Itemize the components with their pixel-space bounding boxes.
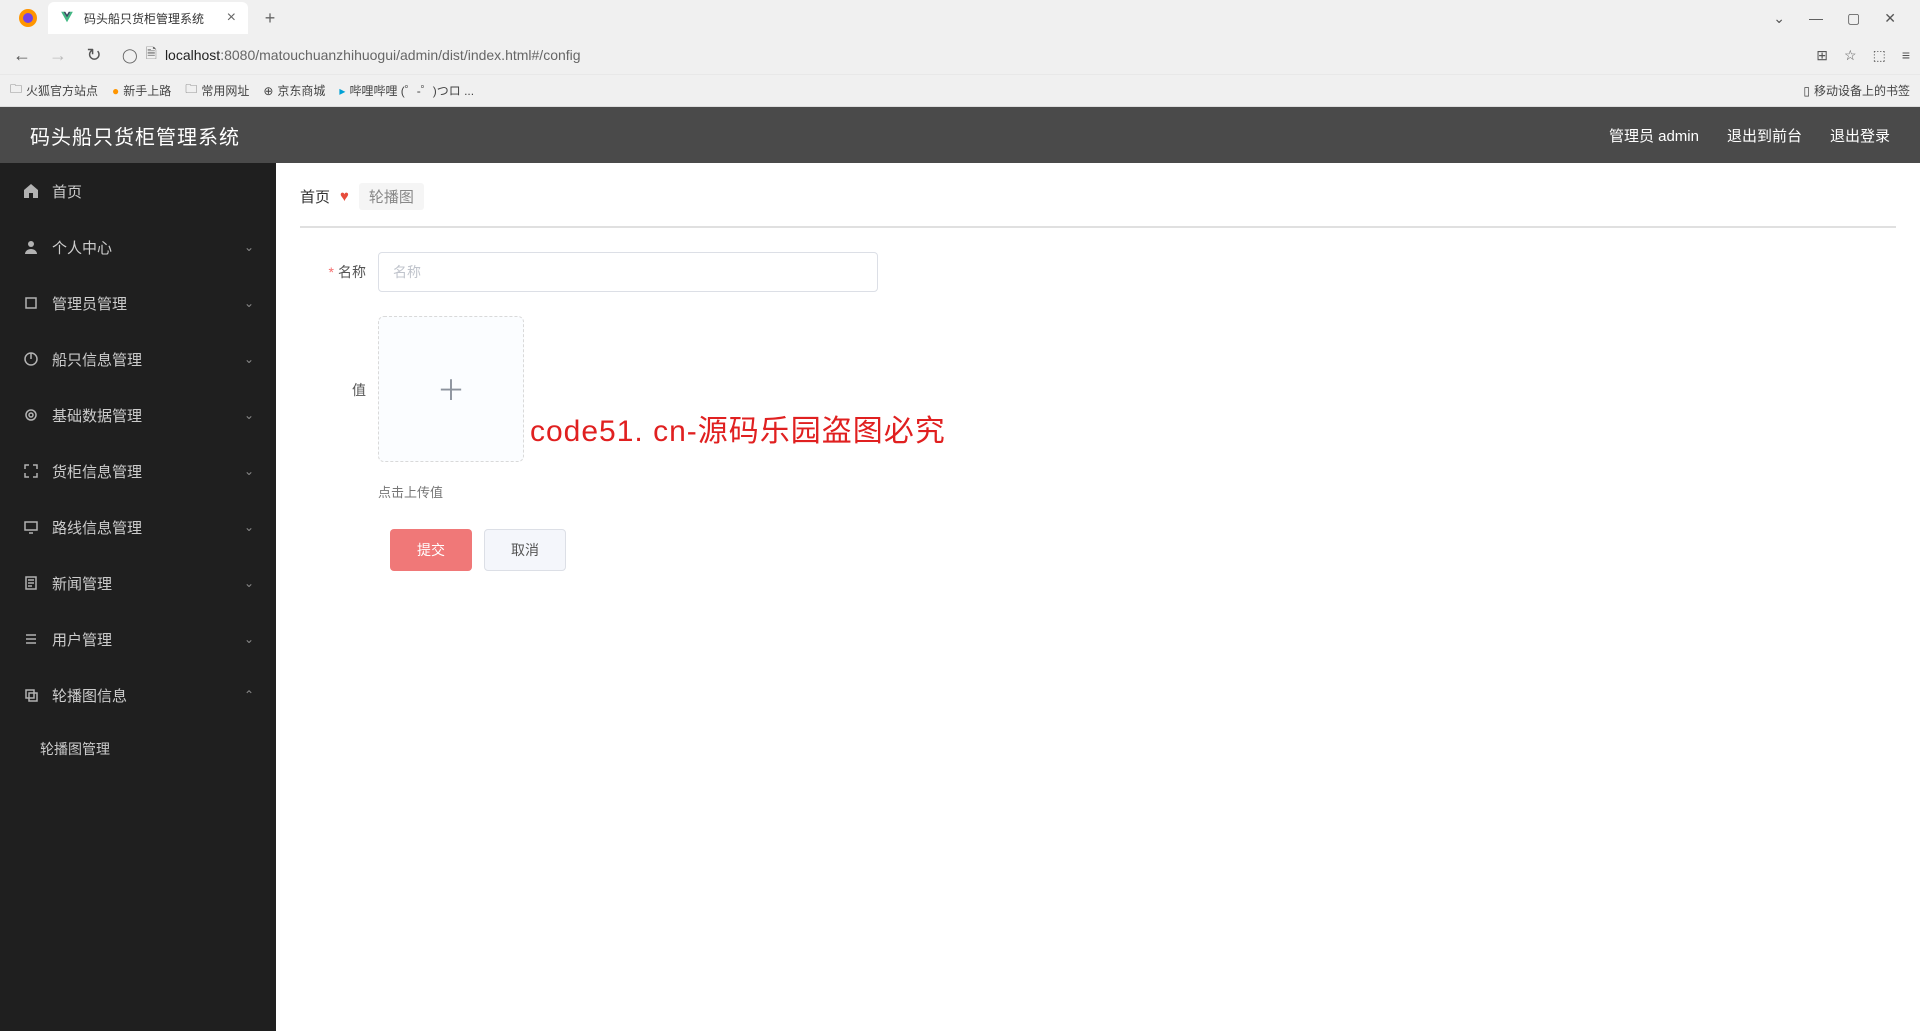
window-controls: ⌄ — ▢ ✕: [1773, 10, 1912, 27]
sidebar-item-home[interactable]: 首页: [0, 163, 276, 219]
mobile-bookmarks[interactable]: ▯移动设备上的书签: [1803, 82, 1910, 99]
value-label: 值: [320, 316, 378, 400]
document-icon: [22, 574, 40, 592]
user-icon: [22, 238, 40, 256]
browser-tab[interactable]: 码头船只货柜管理系统 ×: [48, 2, 248, 34]
qr-icon[interactable]: ⊞: [1816, 47, 1828, 64]
sidebar-item-users[interactable]: 用户管理 ⌄: [0, 611, 276, 667]
upload-hint: 点击上传值: [378, 482, 524, 501]
form: *名称 值 ＋ 点击上传值 提交 取消: [300, 228, 1896, 571]
monitor-icon: [22, 518, 40, 536]
sidebar-item-basedata[interactable]: 基础数据管理 ⌄: [0, 387, 276, 443]
bookmark-item[interactable]: ▸哔哩哔哩 (゜-゜)つロ ...: [339, 82, 474, 99]
app-title: 码头船只货柜管理系统: [30, 121, 240, 150]
chevron-down-icon: ⌄: [244, 464, 254, 478]
admin-label[interactable]: 管理员 admin: [1609, 125, 1699, 146]
chevron-down-icon: ⌄: [244, 576, 254, 590]
globe-icon: ⊕: [263, 84, 273, 98]
chevron-down-icon: ⌄: [244, 408, 254, 422]
sidebar-item-route[interactable]: 路线信息管理 ⌄: [0, 499, 276, 555]
gear-icon: [22, 406, 40, 424]
chevron-down-icon: ⌄: [244, 240, 254, 254]
menu-icon[interactable]: ≡: [1902, 47, 1910, 63]
bookmark-bar: 🗀火狐官方站点 ●新手上路 🗀常用网址 ⊕京东商城 ▸哔哩哔哩 (゜-゜)つロ …: [0, 74, 1920, 106]
logout-link[interactable]: 退出登录: [1830, 125, 1890, 146]
minimize-icon[interactable]: —: [1809, 10, 1823, 27]
bookmark-item[interactable]: ●新手上路: [112, 82, 171, 99]
sidebar-item-container[interactable]: 货柜信息管理 ⌄: [0, 443, 276, 499]
copy-icon: [22, 686, 40, 704]
sidebar: 首页 个人中心 ⌄ 管理员管理 ⌄ 船只信息管理 ⌄ 基础数据管理 ⌄ 货柜信息…: [0, 163, 276, 1031]
logout-front-link[interactable]: 退出到前台: [1727, 125, 1802, 146]
bookmark-item[interactable]: ⊕京东商城: [263, 82, 325, 99]
submit-button[interactable]: 提交: [390, 529, 472, 571]
close-icon[interactable]: ×: [227, 9, 236, 27]
tab-title: 码头船只货柜管理系统: [84, 10, 219, 27]
chevron-down-icon[interactable]: ⌄: [1773, 10, 1785, 27]
folder-icon: 🗀: [185, 80, 197, 101]
plus-icon: ＋: [437, 369, 465, 409]
chevron-up-icon: ⌃: [244, 688, 254, 702]
name-label: *名称: [320, 252, 378, 282]
lock-icon: 🗎: [146, 43, 157, 67]
app-header: 码头船只货柜管理系统 管理员 admin 退出到前台 退出登录: [0, 107, 1920, 163]
chevron-down-icon: ⌄: [244, 632, 254, 646]
firefox-logo-icon: [16, 6, 40, 30]
heart-icon: ♥: [340, 188, 349, 205]
main-content: 首页 ♥ 轮播图 *名称 值 ＋ 点击上传值 提交 取消: [276, 163, 1920, 1031]
close-window-icon[interactable]: ✕: [1884, 10, 1896, 27]
browser-chrome: 码头船只货柜管理系统 × + ⌄ — ▢ ✕ ← → ↻ ◯ 🗎 localho…: [0, 0, 1920, 107]
chevron-down-icon: ⌄: [244, 352, 254, 366]
url-text: localhost:8080/matouchuanzhihuogui/admin…: [165, 47, 581, 63]
url-bar[interactable]: ◯ 🗎 localhost:8080/matouchuanzhihuogui/a…: [118, 43, 1804, 67]
sidebar-item-admin[interactable]: 管理员管理 ⌄: [0, 275, 276, 331]
reload-button[interactable]: ↻: [82, 45, 106, 66]
new-tab-button[interactable]: +: [256, 4, 284, 32]
sidebar-item-news[interactable]: 新闻管理 ⌄: [0, 555, 276, 611]
cancel-button[interactable]: 取消: [484, 529, 566, 571]
sidebar-item-carousel[interactable]: 轮播图信息 ⌃: [0, 667, 276, 723]
bookmark-item[interactable]: 🗀常用网址: [185, 80, 249, 101]
name-input[interactable]: [378, 252, 878, 292]
upload-box[interactable]: ＋: [378, 316, 524, 462]
back-button[interactable]: ←: [10, 45, 34, 66]
power-icon: [22, 350, 40, 368]
bilibili-icon: ▸: [339, 84, 345, 98]
mobile-icon: ▯: [1803, 84, 1810, 98]
sidebar-subitem-carousel-manage[interactable]: 轮播图管理: [0, 723, 276, 775]
tab-bar: 码头船只货柜管理系统 × + ⌄ — ▢ ✕: [0, 0, 1920, 36]
vue-icon: [60, 10, 76, 26]
list-icon: [22, 630, 40, 648]
chevron-down-icon: ⌄: [244, 520, 254, 534]
crop-icon: [22, 294, 40, 312]
folder-icon: 🗀: [10, 80, 22, 101]
breadcrumb: 首页 ♥ 轮播图: [300, 183, 1896, 228]
star-icon[interactable]: ☆: [1844, 47, 1857, 64]
sidebar-item-profile[interactable]: 个人中心 ⌄: [0, 219, 276, 275]
shield-icon: ◯: [122, 47, 138, 64]
extension-icon[interactable]: ⬚: [1873, 47, 1886, 64]
home-icon: [22, 182, 40, 200]
sidebar-item-ship[interactable]: 船只信息管理 ⌄: [0, 331, 276, 387]
bookmark-item[interactable]: 🗀火狐官方站点: [10, 80, 98, 101]
breadcrumb-home[interactable]: 首页: [300, 186, 330, 207]
firefox-small-icon: ●: [112, 84, 119, 98]
address-bar: ← → ↻ ◯ 🗎 localhost:8080/matouchuanzhihu…: [0, 36, 1920, 74]
breadcrumb-current[interactable]: 轮播图: [359, 183, 424, 210]
maximize-icon[interactable]: ▢: [1847, 10, 1860, 27]
chevron-down-icon: ⌄: [244, 296, 254, 310]
forward-button[interactable]: →: [46, 45, 70, 66]
fullscreen-icon: [22, 462, 40, 480]
